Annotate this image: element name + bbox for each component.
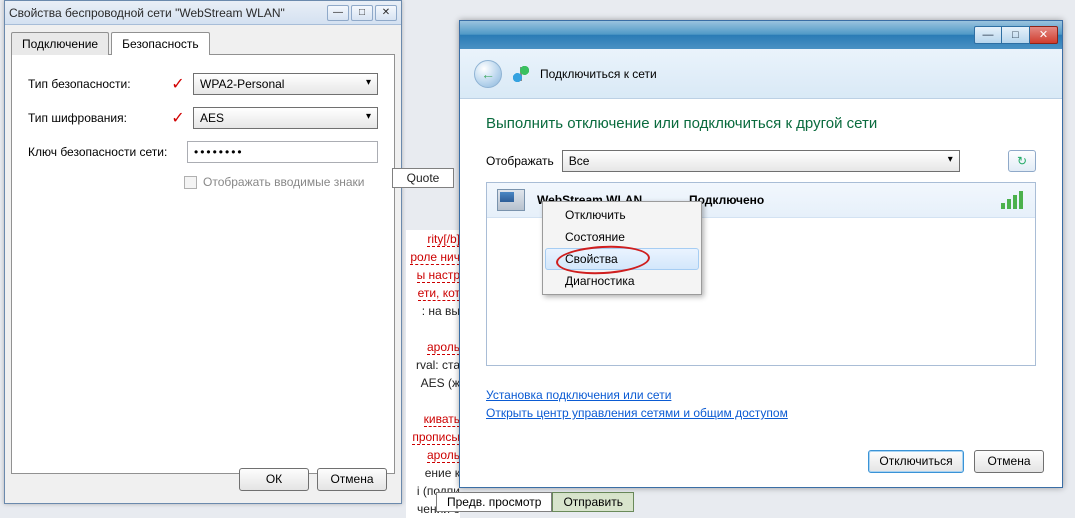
page-title: Выполнить отключение или подключиться к … [486, 115, 1036, 132]
checkmark-icon: ✓ [169, 74, 187, 94]
security-key-input[interactable]: •••••••• [187, 141, 378, 163]
quote-button[interactable]: Quote [392, 168, 454, 188]
checkmark-icon: ✓ [169, 108, 187, 128]
wireless-properties-window: Свойства беспроводной сети "WebStream WL… [4, 0, 402, 504]
tab-connection[interactable]: Подключение [11, 32, 109, 55]
minimize-button[interactable]: — [327, 5, 349, 21]
ctx-diagnostics[interactable]: Диагностика [545, 270, 699, 292]
security-key-value: •••••••• [194, 145, 244, 159]
window-heading: Подключиться к сети [540, 67, 657, 81]
window-title: Свойства беспроводной сети "WebStream WL… [9, 6, 327, 20]
filter-combo[interactable]: Все [562, 150, 960, 172]
tab-security[interactable]: Безопасность [111, 32, 210, 55]
link-setup-connection[interactable]: Установка подключения или сети [486, 388, 1036, 402]
close-button[interactable]: ✕ [375, 5, 397, 21]
computer-icon [497, 189, 525, 211]
security-type-label: Тип безопасности: [28, 77, 163, 91]
encryption-type-value: AES [200, 111, 224, 125]
connect-network-window: — □ ✕ ← Подключиться к сети Выполнить от… [459, 20, 1063, 488]
close-button[interactable]: ✕ [1030, 26, 1058, 44]
preview-button[interactable]: Предв. просмотр [436, 492, 552, 512]
context-menu: Отключить Состояние Свойства Диагностика [542, 201, 702, 295]
titlebar[interactable]: — □ ✕ [460, 21, 1062, 49]
filter-label: Отображать [486, 154, 554, 168]
cancel-button[interactable]: Отмена [974, 450, 1044, 473]
encryption-type-combo[interactable]: AES [193, 107, 378, 129]
security-panel: Тип безопасности: ✓ WPA2-Personal Тип ши… [11, 54, 395, 474]
ctx-disconnect[interactable]: Отключить [545, 204, 699, 226]
network-icon [512, 65, 530, 83]
show-chars-checkbox[interactable] [184, 176, 197, 189]
maximize-button[interactable]: □ [351, 5, 373, 21]
disconnect-button[interactable]: Отключиться [868, 450, 964, 473]
ctx-properties[interactable]: Свойства [545, 248, 699, 270]
cancel-button[interactable]: Отмена [317, 468, 387, 491]
security-type-combo[interactable]: WPA2-Personal [193, 73, 378, 95]
minimize-button[interactable]: — [974, 26, 1002, 44]
signal-bars-icon [1001, 191, 1025, 209]
security-type-value: WPA2-Personal [200, 77, 284, 91]
send-button[interactable]: Отправить [552, 492, 634, 512]
refresh-button[interactable]: ↻ [1008, 150, 1036, 172]
back-button[interactable]: ← [474, 60, 502, 88]
background-text: rity[/b] роле нич ы настр ети, кот : на … [406, 230, 460, 518]
encryption-type-label: Тип шифрования: [28, 111, 163, 125]
security-key-label: Ключ безопасности сети: [28, 145, 181, 159]
ctx-status[interactable]: Состояние [545, 226, 699, 248]
titlebar[interactable]: Свойства беспроводной сети "WebStream WL… [5, 1, 401, 25]
maximize-button[interactable]: □ [1002, 26, 1030, 44]
show-chars-label: Отображать вводимые знаки [203, 175, 364, 189]
filter-value: Все [569, 154, 590, 168]
link-network-center[interactable]: Открыть центр управления сетями и общим … [486, 406, 1036, 420]
ok-button[interactable]: ОК [239, 468, 309, 491]
